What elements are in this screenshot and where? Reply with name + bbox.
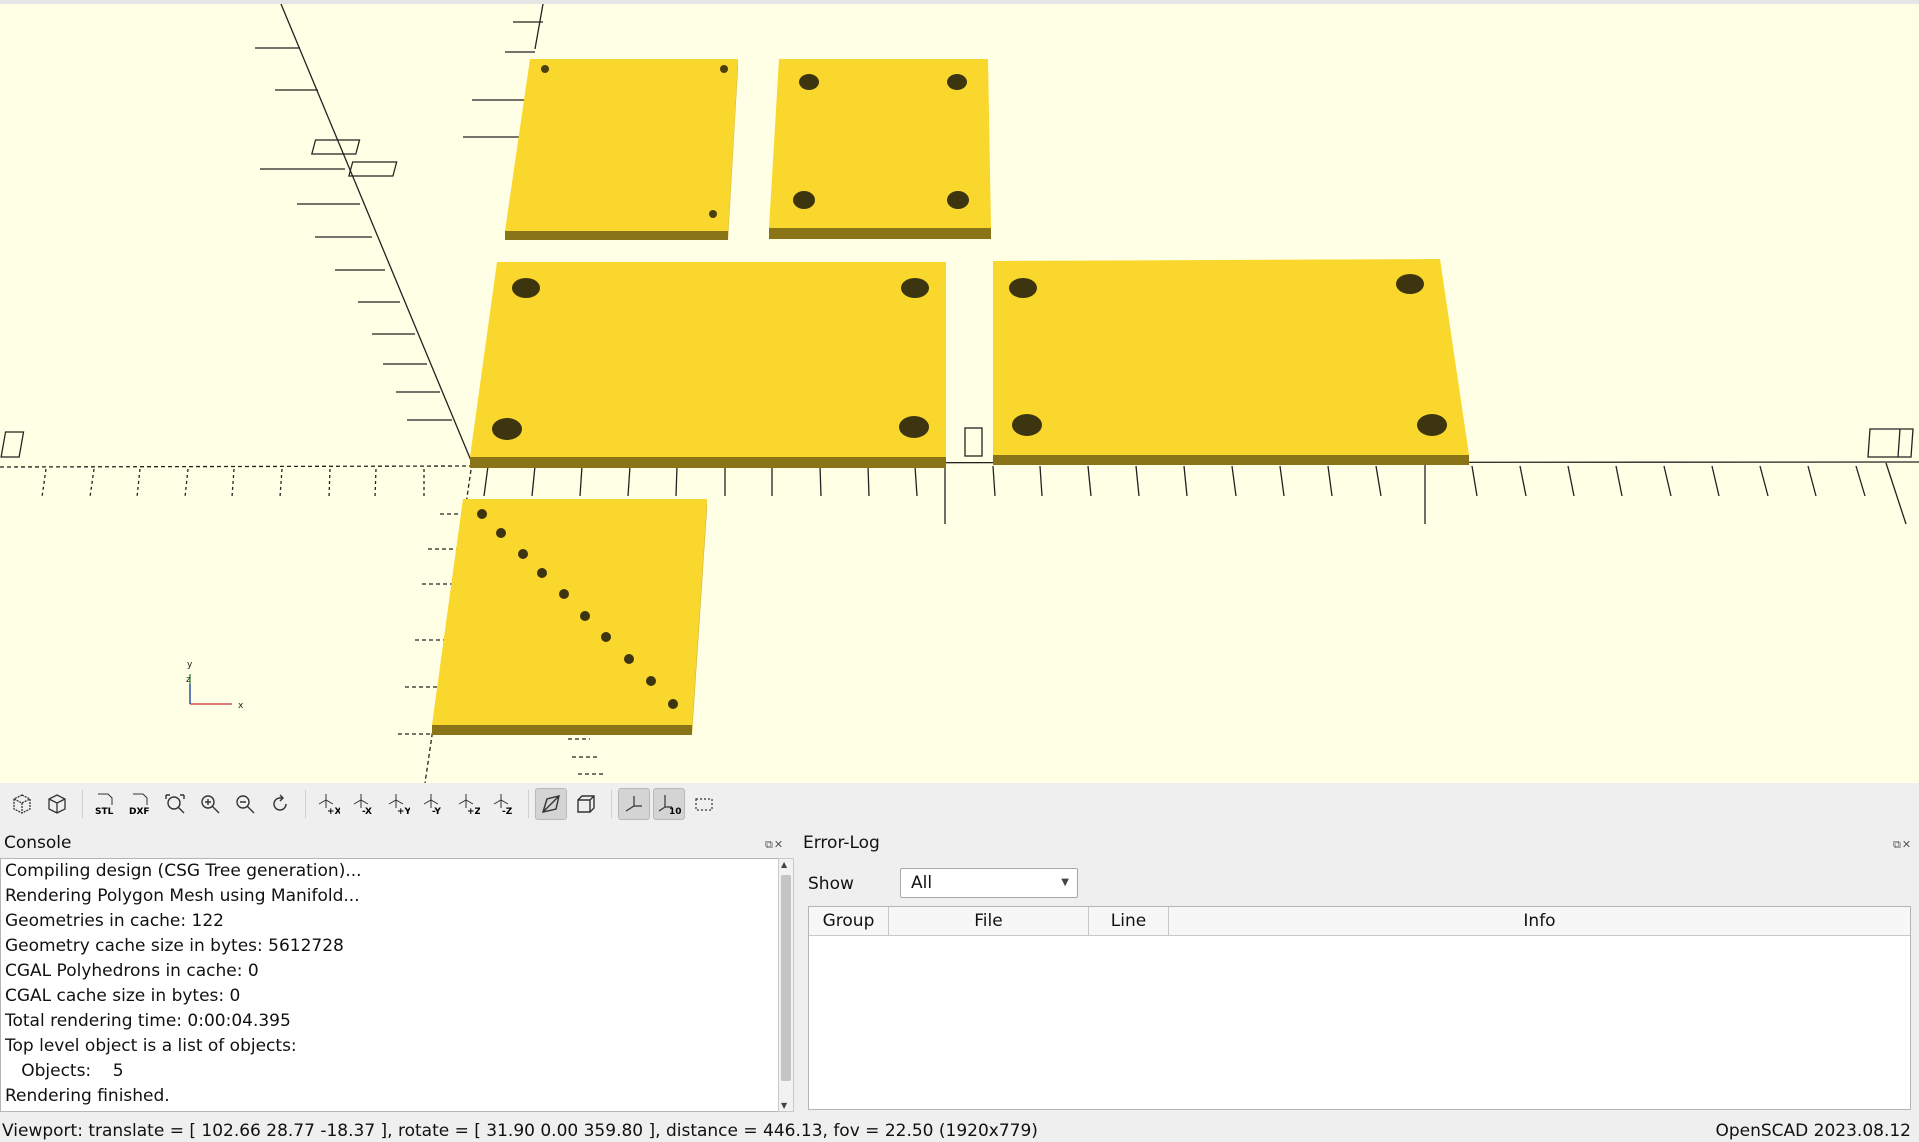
svg-text:-X: -X bbox=[362, 807, 372, 816]
show-filter-value: All bbox=[911, 873, 933, 893]
export-dxf-icon: DXF bbox=[129, 793, 150, 816]
toolbar-separator bbox=[611, 790, 612, 818]
view-right-button[interactable]: +X bbox=[312, 788, 344, 820]
plate-3 bbox=[470, 262, 946, 468]
3d-viewport[interactable]: y z x bbox=[0, 0, 1919, 783]
zoom-in-button[interactable] bbox=[194, 788, 226, 820]
render-button[interactable] bbox=[41, 788, 73, 820]
console-line: Objects: 5 bbox=[5, 1061, 124, 1081]
view-top-button[interactable]: +Z bbox=[452, 788, 484, 820]
console-line: Compiling design (CSG Tree generation)..… bbox=[5, 861, 362, 881]
render-icon bbox=[48, 794, 66, 814]
zoom-out-icon bbox=[236, 795, 255, 814]
view-front-icon: -Y bbox=[423, 794, 441, 816]
gizmo-y-label: y bbox=[187, 660, 193, 670]
svg-text:STL: STL bbox=[95, 807, 114, 816]
console-line: CGAL Polyhedrons in cache: 0 bbox=[5, 961, 259, 981]
svg-text:+Z: +Z bbox=[467, 807, 480, 816]
view-bottom-icon: -Z bbox=[493, 794, 513, 816]
viewport-status: Viewport: translate = [ 102.66 28.77 -18… bbox=[2, 1121, 1038, 1141]
console-dock-buttons[interactable]: ⧉✕ bbox=[765, 838, 784, 852]
errorlog-title: Error-Log bbox=[803, 833, 880, 853]
console-output[interactable]: Compiling design (CSG Tree generation)..… bbox=[0, 858, 780, 1112]
view-back-icon: +Y bbox=[388, 794, 410, 816]
show-edges-button[interactable] bbox=[688, 788, 720, 820]
svg-text:10: 10 bbox=[669, 807, 681, 816]
toolbar-separator bbox=[305, 790, 306, 818]
console-line: Rendering Polygon Mesh using Manifold... bbox=[5, 886, 360, 906]
show-filter-select[interactable]: All ▼ bbox=[900, 868, 1078, 898]
zoom-out-button[interactable] bbox=[229, 788, 261, 820]
show-scale-markers-button[interactable]: 10 bbox=[653, 788, 685, 820]
perspective-button[interactable] bbox=[535, 788, 567, 820]
show-axes-button[interactable] bbox=[618, 788, 650, 820]
preview-button[interactable] bbox=[6, 788, 38, 820]
gizmo-x-label: x bbox=[238, 701, 244, 711]
export-stl-button[interactable]: STL bbox=[89, 788, 121, 820]
column-header-info[interactable]: Info bbox=[1169, 907, 1910, 935]
plate-4 bbox=[993, 259, 1469, 465]
chevron-down-icon: ▼ bbox=[1061, 877, 1069, 888]
view-left-button[interactable]: -X bbox=[347, 788, 379, 820]
view-top-icon: +Z bbox=[458, 794, 480, 816]
axes-icon bbox=[625, 796, 642, 812]
zoom-in-icon bbox=[201, 795, 220, 814]
svg-text:-Y: -Y bbox=[432, 807, 441, 816]
toolbar-separator bbox=[82, 790, 83, 818]
gizmo-z-label: z bbox=[186, 675, 191, 685]
console-panel: Console ⧉✕ Compiling design (CSG Tree ge… bbox=[0, 828, 795, 1120]
export-stl-icon: STL bbox=[95, 793, 114, 816]
view-back-button[interactable]: +Y bbox=[382, 788, 414, 820]
console-scrollbar[interactable]: ▲ ▼ bbox=[778, 858, 794, 1112]
scroll-down-arrow-icon[interactable]: ▼ bbox=[781, 1101, 787, 1110]
errorlog-table-header: Group File Line Info bbox=[809, 907, 1910, 936]
status-bar: Viewport: translate = [ 102.66 28.77 -18… bbox=[0, 1120, 1919, 1142]
errorlog-dock-buttons[interactable]: ⧉✕ bbox=[1893, 838, 1912, 852]
scroll-up-arrow-icon[interactable]: ▲ bbox=[781, 860, 787, 869]
view-left-icon: -X bbox=[353, 794, 372, 816]
version-label: OpenSCAD 2023.08.12 bbox=[1715, 1121, 1911, 1141]
column-header-file[interactable]: File bbox=[889, 907, 1089, 935]
console-line: Geometry cache size in bytes: 5612728 bbox=[5, 936, 344, 956]
x-axis bbox=[0, 427, 1919, 525]
scrollbar-thumb[interactable] bbox=[781, 875, 791, 1081]
console-line: Total rendering time: 0:00:04.395 bbox=[5, 1011, 291, 1031]
view-front-button[interactable]: -Y bbox=[417, 788, 449, 820]
orthogonal-icon bbox=[577, 795, 595, 813]
svg-text:-Z: -Z bbox=[502, 807, 513, 816]
svg-text:+Y: +Y bbox=[397, 807, 410, 816]
axis-gizmo: y z x bbox=[186, 660, 244, 711]
view-all-button[interactable] bbox=[159, 788, 191, 820]
scale-markers-icon: 10 bbox=[658, 795, 681, 816]
svg-text:DXF: DXF bbox=[129, 807, 150, 816]
errorlog-table[interactable]: Group File Line Info bbox=[808, 906, 1911, 1110]
plate-5 bbox=[432, 499, 707, 735]
reset-view-button[interactable] bbox=[264, 788, 296, 820]
view-all-icon bbox=[165, 794, 185, 814]
export-dxf-button[interactable]: DXF bbox=[124, 788, 156, 820]
console-line: Rendering finished. bbox=[5, 1086, 170, 1106]
reset-view-icon bbox=[273, 794, 287, 811]
toolbar-separator bbox=[528, 790, 529, 818]
column-header-line[interactable]: Line bbox=[1089, 907, 1169, 935]
view-right-icon: +X bbox=[318, 794, 340, 816]
perspective-icon bbox=[541, 795, 560, 813]
show-label: Show bbox=[808, 874, 854, 894]
viewport-canvas: y z x bbox=[0, 4, 1919, 783]
console-line: CGAL cache size in bytes: 0 bbox=[5, 986, 241, 1006]
column-header-group[interactable]: Group bbox=[809, 907, 889, 935]
svg-text:+X: +X bbox=[327, 807, 340, 816]
view-toolbar: STL DXF +X -X +Y -Y +Z -Z 10 bbox=[0, 783, 1919, 825]
console-title: Console bbox=[4, 833, 72, 853]
edges-icon bbox=[695, 798, 713, 811]
console-line: Top level object is a list of objects: bbox=[5, 1036, 297, 1056]
preview-icon bbox=[13, 794, 31, 814]
orthogonal-button[interactable] bbox=[570, 788, 602, 820]
plate-2 bbox=[769, 59, 991, 239]
view-bottom-button[interactable]: -Z bbox=[487, 788, 519, 820]
errorlog-panel: Error-Log ⧉✕ Show All ▼ Group File Line … bbox=[800, 828, 1919, 1120]
console-line: Geometries in cache: 122 bbox=[5, 911, 224, 931]
plate-1 bbox=[505, 59, 738, 240]
